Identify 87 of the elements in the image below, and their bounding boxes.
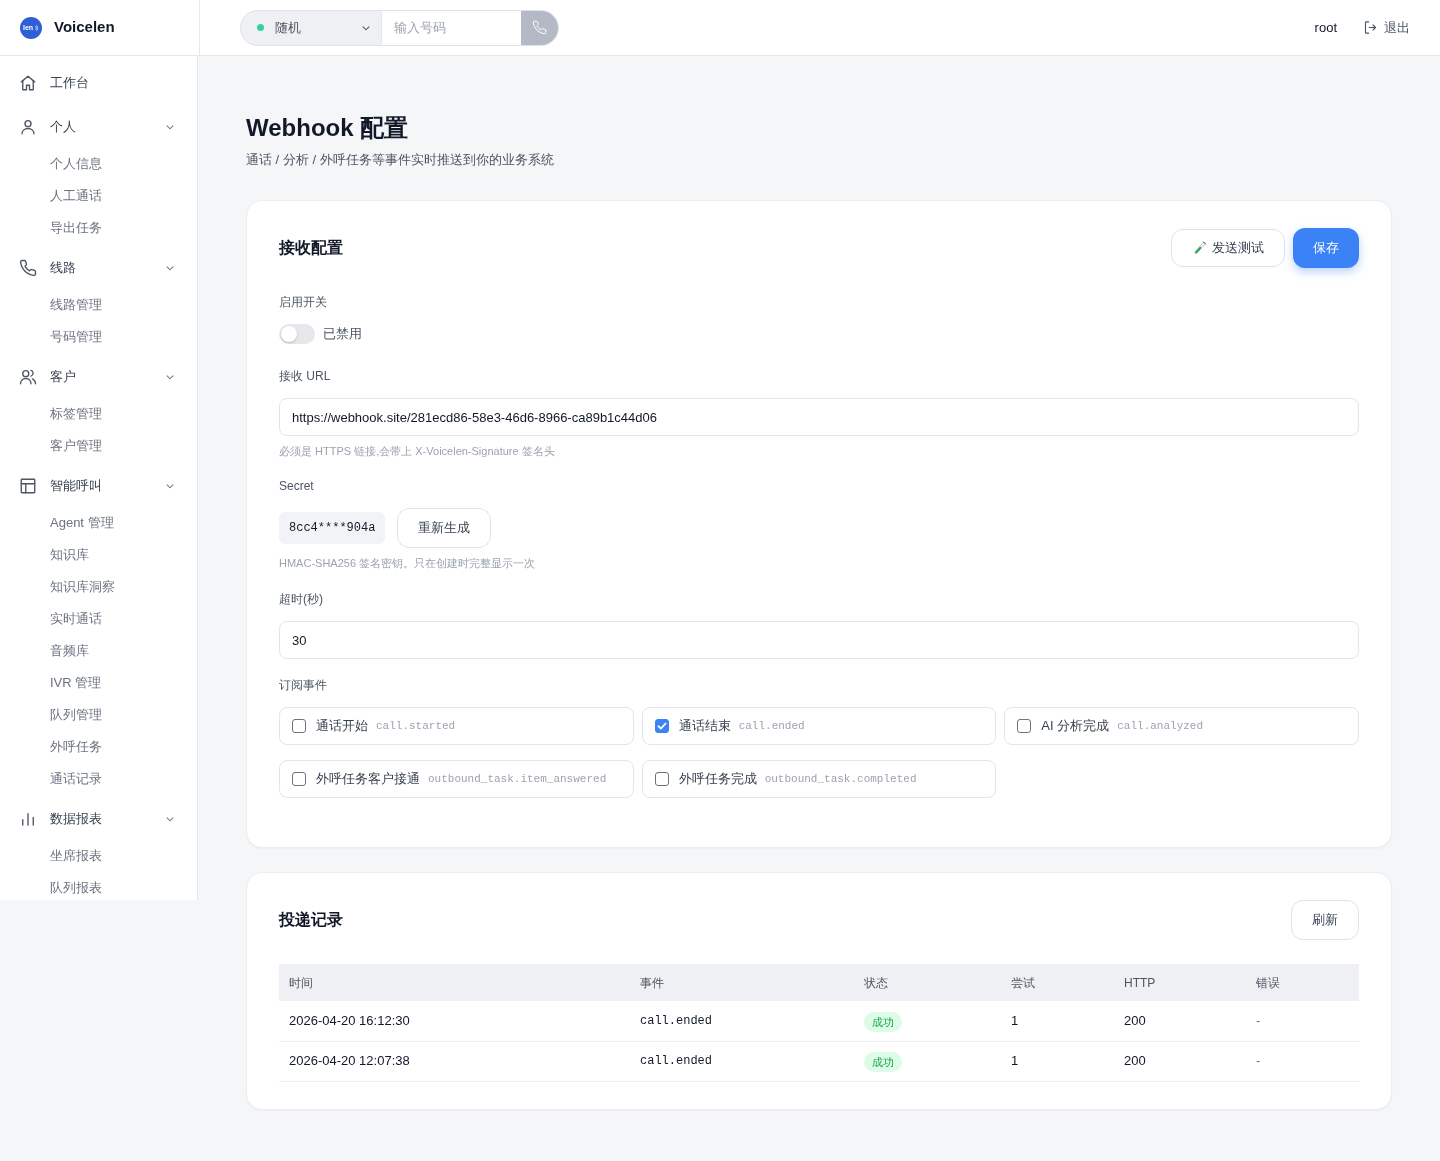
- nav-subitem[interactable]: 客户管理: [50, 438, 102, 454]
- nav-subitem[interactable]: 外呼任务: [50, 739, 102, 755]
- nav-subitem[interactable]: IVR 管理: [50, 675, 102, 691]
- nav-group[interactable]: 智能呼叫: [0, 466, 197, 506]
- section-title: 投递记录: [279, 910, 343, 930]
- event-code: call.analyzed: [1117, 718, 1204, 734]
- event-name: 外呼任务客户接通: [316, 770, 420, 789]
- brand-name: Voicelen: [54, 17, 115, 38]
- url-field[interactable]: https://webhook.site/281ecd86-58e3-46d6-8966-ca89b1c44d06: [279, 398, 1359, 436]
- nav-subitem[interactable]: 导出任务: [50, 220, 102, 236]
- table-cell: call.ended: [630, 1041, 854, 1081]
- status-badge: 成功: [864, 1052, 902, 1073]
- regenerate-button[interactable]: 重新生成: [397, 508, 492, 548]
- nav-subitem[interactable]: 队列管理: [50, 707, 102, 723]
- save-button[interactable]: 保存: [1293, 228, 1359, 268]
- toggle-switch[interactable]: [279, 324, 315, 344]
- page-subtitle: 通话 / 分析 / 外呼任务等事件实时推送到你的业务系统: [246, 151, 555, 169]
- event-name: 通话开始: [316, 717, 368, 736]
- field-label: 超时(秒): [279, 591, 324, 607]
- toggle-state-text: 已禁用: [323, 325, 362, 344]
- table-cell: 1: [1001, 1001, 1114, 1041]
- timeout-field[interactable]: 30: [279, 621, 1359, 659]
- checkbox[interactable]: [292, 772, 306, 786]
- nav-subitem[interactable]: 人工通话: [50, 188, 102, 204]
- table-cell: -: [1246, 1041, 1359, 1081]
- layout-icon: [19, 477, 37, 495]
- nav-group[interactable]: 线路: [0, 248, 197, 288]
- nav-subitem[interactable]: 个人信息: [50, 156, 102, 172]
- field-label: Secret: [279, 478, 315, 494]
- logout-button[interactable]: 退出: [1363, 17, 1410, 38]
- event-code: call.ended: [738, 718, 805, 734]
- nav-subitem[interactable]: 实时通话: [50, 611, 102, 627]
- field-label: 订阅事件: [279, 677, 328, 693]
- column-header: 错误: [1246, 964, 1359, 1001]
- secret-value: 8cc4****904a: [279, 512, 386, 544]
- nav-subitem[interactable]: 线路管理: [50, 297, 102, 313]
- section-title: 接收配置: [279, 238, 343, 258]
- checkbox[interactable]: [654, 772, 669, 786]
- nav-group[interactable]: 客户: [0, 357, 197, 397]
- event-code: outbound_task.item_answered: [428, 771, 607, 787]
- column-header: 状态: [854, 964, 1001, 1001]
- status-badge: 成功: [864, 1012, 902, 1032]
- user-icon: [19, 118, 37, 136]
- event-code: call.started: [376, 718, 456, 734]
- column-header: HTTP: [1114, 964, 1246, 1001]
- logout-icon: [1363, 20, 1378, 35]
- nav-subitem[interactable]: 知识库洞察: [50, 579, 115, 595]
- field-label: 启用开关: [279, 294, 328, 310]
- nav-group[interactable]: 个人: [0, 107, 197, 147]
- refresh-button[interactable]: 刷新: [1291, 900, 1359, 940]
- nav-item[interactable]: 工作台: [0, 63, 197, 103]
- table-cell: 2026-04-20 16:12:30: [279, 1001, 630, 1041]
- field-label: 接收 URL: [279, 368, 332, 384]
- phone-icon: [19, 259, 37, 277]
- field-hint: HMAC-SHA256 签名密钥。只在创建时完整显示一次: [279, 556, 537, 571]
- table-cell: 200: [1114, 1001, 1246, 1041]
- checkbox[interactable]: [654, 719, 669, 733]
- bar-chart-icon: [19, 810, 37, 828]
- table-cell: 200: [1114, 1041, 1246, 1081]
- nav-subitem[interactable]: 通话记录: [50, 771, 102, 787]
- column-header: 事件: [630, 964, 854, 1001]
- column-header: 时间: [279, 964, 630, 1001]
- home-icon: [19, 74, 37, 92]
- column-header: 尝试: [1001, 964, 1114, 1001]
- table-cell: 1: [1001, 1041, 1114, 1081]
- nav-subitem[interactable]: 音频库: [50, 643, 89, 659]
- nav-subitem[interactable]: 标签管理: [50, 406, 102, 422]
- user-name: root: [1314, 18, 1337, 37]
- field-hint: 必须是 HTTPS 链接,会带上 X-Voicelen-Signature 签名头: [279, 444, 556, 459]
- nav-subitem[interactable]: 坐席报表: [50, 848, 102, 864]
- users-icon: [19, 368, 37, 386]
- table-cell: call.ended: [630, 1001, 854, 1041]
- page-title: Webhook 配置: [246, 113, 410, 143]
- checkbox[interactable]: [1017, 719, 1032, 733]
- nav-group[interactable]: 数据报表: [0, 799, 197, 839]
- table-cell: 2026-04-20 12:07:38: [279, 1041, 630, 1081]
- event-name: 外呼任务完成: [678, 770, 757, 789]
- send-test-button[interactable]: 发送测试: [1171, 229, 1285, 267]
- nav-subitem[interactable]: 知识库: [50, 547, 89, 563]
- nav-subitem[interactable]: 队列报表: [50, 880, 102, 896]
- event-name: 通话结束: [678, 717, 731, 736]
- table-cell: -: [1246, 1001, 1359, 1041]
- event-code: outbound_task.completed: [764, 771, 917, 787]
- nav-subitem[interactable]: Agent 管理: [50, 515, 114, 531]
- nav-subitem[interactable]: 号码管理: [50, 329, 102, 345]
- event-name: AI 分析完成: [1041, 717, 1110, 736]
- checkbox[interactable]: [292, 719, 306, 733]
